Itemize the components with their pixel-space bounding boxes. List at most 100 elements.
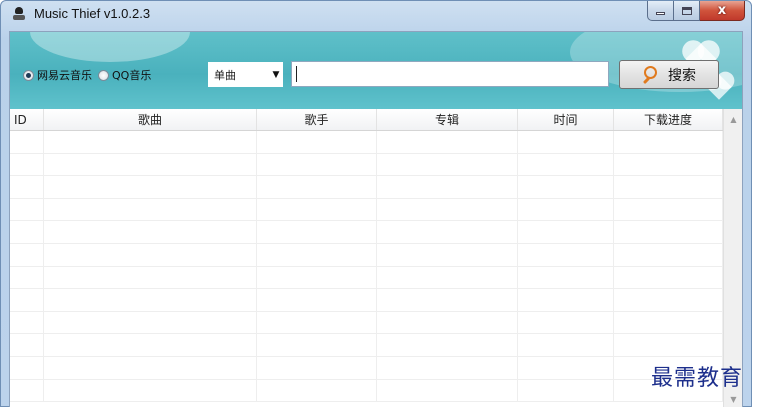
table-cell	[257, 356, 377, 379]
table-cell	[518, 198, 614, 221]
table-cell	[614, 266, 723, 289]
table-row[interactable]	[10, 176, 723, 199]
table-cell	[44, 356, 257, 379]
table-row[interactable]	[10, 289, 723, 312]
minimize-button[interactable]	[647, 1, 674, 21]
table-cell	[614, 334, 723, 356]
table-row[interactable]	[10, 243, 723, 267]
table-cell	[257, 221, 377, 243]
column-header-artist[interactable]: 歌手	[257, 109, 377, 130]
column-header-album[interactable]: 专辑	[377, 109, 518, 130]
table-cell	[518, 356, 614, 379]
window-title: Music Thief v1.0.2.3	[34, 6, 151, 21]
column-header-duration[interactable]: 时间	[518, 109, 614, 130]
table-row[interactable]	[10, 198, 723, 222]
table-cell	[257, 176, 377, 198]
table-row[interactable]	[10, 311, 723, 335]
radio-checked-icon[interactable]	[23, 69, 34, 81]
dropdown-arrow-icon[interactable]: ▼	[269, 70, 283, 80]
table-cell	[257, 243, 377, 266]
table-cell	[44, 131, 257, 153]
table-cell	[518, 379, 614, 402]
column-header-id[interactable]: ID	[10, 109, 44, 130]
table-cell	[377, 356, 518, 379]
table-cell	[257, 153, 377, 176]
table-cell	[614, 176, 723, 198]
results-table-body	[10, 131, 723, 407]
table-cell	[44, 379, 257, 402]
table-cell	[10, 311, 44, 334]
close-button[interactable]: x	[700, 1, 745, 21]
table-cell	[10, 266, 44, 289]
table-cell	[377, 176, 518, 198]
table-cell	[10, 153, 44, 176]
table-cell	[10, 176, 44, 198]
table-cell	[377, 266, 518, 289]
table-cell	[257, 289, 377, 311]
table-cell	[614, 131, 723, 153]
title-bar[interactable]: Music Thief v1.0.2.3 x	[1, 1, 751, 31]
table-cell	[44, 289, 257, 311]
close-icon: x	[717, 3, 727, 18]
radio-qq[interactable]: QQ音乐	[98, 67, 151, 83]
table-cell	[518, 334, 614, 356]
table-cell	[10, 131, 44, 153]
table-cell	[44, 311, 257, 334]
client-area: 网易云音乐 QQ音乐 单曲 ▼ 搜索 ID 歌曲 歌手 专辑 时间 下载进度 ▲…	[9, 31, 743, 407]
watermark: 最需教育	[651, 366, 744, 391]
radio-netease-label[interactable]: 网易云音乐	[37, 67, 92, 83]
radio-qq-label[interactable]: QQ音乐	[112, 67, 151, 83]
table-cell	[257, 311, 377, 334]
table-cell	[614, 198, 723, 221]
table-row[interactable]	[10, 266, 723, 290]
table-cell	[10, 334, 44, 356]
table-cell	[377, 221, 518, 243]
search-input[interactable]	[291, 61, 609, 87]
table-cell	[518, 266, 614, 289]
maximize-button[interactable]	[674, 1, 700, 21]
table-row[interactable]	[10, 356, 723, 380]
table-cell	[614, 153, 723, 176]
table-row[interactable]	[10, 131, 723, 154]
table-cell	[10, 198, 44, 221]
radio-unchecked-icon[interactable]	[98, 69, 109, 81]
search-button-label: 搜索	[668, 67, 696, 84]
search-banner: 网易云音乐 QQ音乐 单曲 ▼ 搜索	[10, 32, 742, 109]
table-cell	[257, 379, 377, 402]
table-cell	[257, 266, 377, 289]
table-cell	[518, 176, 614, 198]
table-cell	[10, 379, 44, 402]
table-cell	[518, 289, 614, 311]
table-cell	[518, 221, 614, 243]
table-cell	[377, 243, 518, 266]
table-cell	[10, 221, 44, 243]
table-cell	[257, 198, 377, 221]
caption-buttons: x	[647, 1, 745, 23]
table-row[interactable]	[10, 221, 723, 244]
table-cell	[614, 221, 723, 243]
column-header-progress[interactable]: 下载进度	[614, 109, 723, 130]
text-caret	[296, 66, 297, 82]
results-table-header: ID 歌曲 歌手 专辑 时间 下载进度	[10, 109, 723, 131]
scroll-up-arrow-icon[interactable]: ▲	[724, 109, 742, 129]
search-button[interactable]: 搜索	[619, 60, 719, 89]
table-cell	[44, 198, 257, 221]
radio-netease[interactable]: 网易云音乐	[23, 67, 92, 83]
table-cell	[44, 243, 257, 266]
search-type-dropdown[interactable]: 单曲 ▼	[208, 62, 283, 87]
table-cell	[44, 153, 257, 176]
column-header-song[interactable]: 歌曲	[44, 109, 257, 130]
table-cell	[257, 131, 377, 153]
table-cell	[10, 356, 44, 379]
table-cell	[44, 176, 257, 198]
table-row[interactable]	[10, 153, 723, 177]
table-row[interactable]	[10, 379, 723, 403]
table-row[interactable]	[10, 334, 723, 357]
minimize-icon	[656, 12, 665, 15]
table-cell	[257, 334, 377, 356]
table-cell	[614, 243, 723, 266]
table-cell	[377, 379, 518, 402]
app-icon	[13, 7, 25, 21]
source-radio-group: 网易云音乐 QQ音乐	[23, 67, 157, 83]
table-cell	[377, 131, 518, 153]
